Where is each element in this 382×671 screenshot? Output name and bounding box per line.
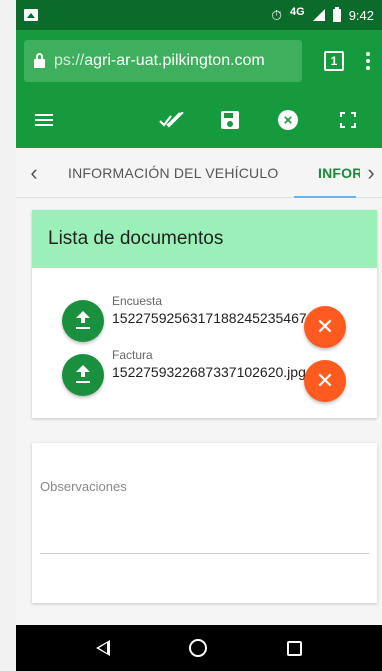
upload-button[interactable] [62,354,104,396]
document-label: Encuesta [112,294,163,308]
observations-label: Observaciones [40,479,127,494]
upload-icon [76,381,90,383]
observations-card: Observaciones [32,443,377,603]
app-toolbar: × [16,92,382,148]
menu-icon[interactable] [28,104,60,136]
cancel-circle-icon: × [278,110,298,130]
clock-time: 9:42 [348,7,374,23]
back-icon[interactable] [95,640,110,656]
network-type: 4G [290,6,305,18]
document-filename: 1522759322687337102620.jpg [112,364,306,380]
active-tab-indicator [294,196,356,198]
device-screen: ⏱ 4G 9:42 ps:// agri-ar-uat.pilkington.c… [16,0,382,671]
document-row: Encuesta 1522759256317188245235467 ✕ [62,294,362,348]
tab-vehicle-info[interactable]: INFORMACIÓN DEL VEHÍCULO [68,148,278,198]
url-field[interactable]: ps:// agri-ar-uat.pilkington.com [24,40,302,82]
image-notification-icon [24,9,38,21]
status-bar: ⏱ 4G 9:42 [16,0,382,30]
url-host: agri-ar-uat.pilkington.com [84,52,265,69]
alarm-icon: ⏱ [271,6,282,23]
documents-card-title: Lista de documentos [32,210,377,268]
documents-card: Lista de documentos Encuesta 15227592563… [32,210,377,418]
observations-input[interactable] [40,553,369,554]
save-icon [221,111,239,129]
recent-apps-icon[interactable] [287,640,303,656]
upload-button[interactable] [62,300,104,342]
lock-icon [34,53,45,68]
signal-icon [312,9,325,21]
document-filename: 1522759256317188245235467 [112,310,307,326]
battery-icon [332,6,341,22]
double-check-icon[interactable] [156,104,188,136]
tab-info-active[interactable]: INFOR [318,148,360,198]
upload-icon [76,327,90,329]
tab-next-arrow[interactable]: › [360,148,382,198]
tab-prev-arrow[interactable]: ‹ [16,148,52,198]
remove-document-button[interactable]: ✕ [304,360,346,402]
tab-switcher-button[interactable]: 1 [324,51,344,71]
home-icon[interactable] [189,639,208,657]
cancel-button[interactable]: × [272,104,304,136]
fullscreen-icon[interactable] [332,104,364,136]
tab-strip: ‹ INFORMACIÓN DEL VEHÍCULO INFOR › [16,148,382,198]
url-scheme: ps:// [54,52,85,69]
overflow-menu-icon[interactable] [366,52,370,70]
system-nav-bar [16,625,382,671]
remove-document-button[interactable]: ✕ [304,306,346,348]
save-button[interactable] [214,104,246,136]
document-label: Factura [112,348,153,362]
browser-address-bar: ps:// agri-ar-uat.pilkington.com 1 [16,30,382,92]
document-row: Factura 1522759322687337102620.jpg ✕ [62,348,362,402]
